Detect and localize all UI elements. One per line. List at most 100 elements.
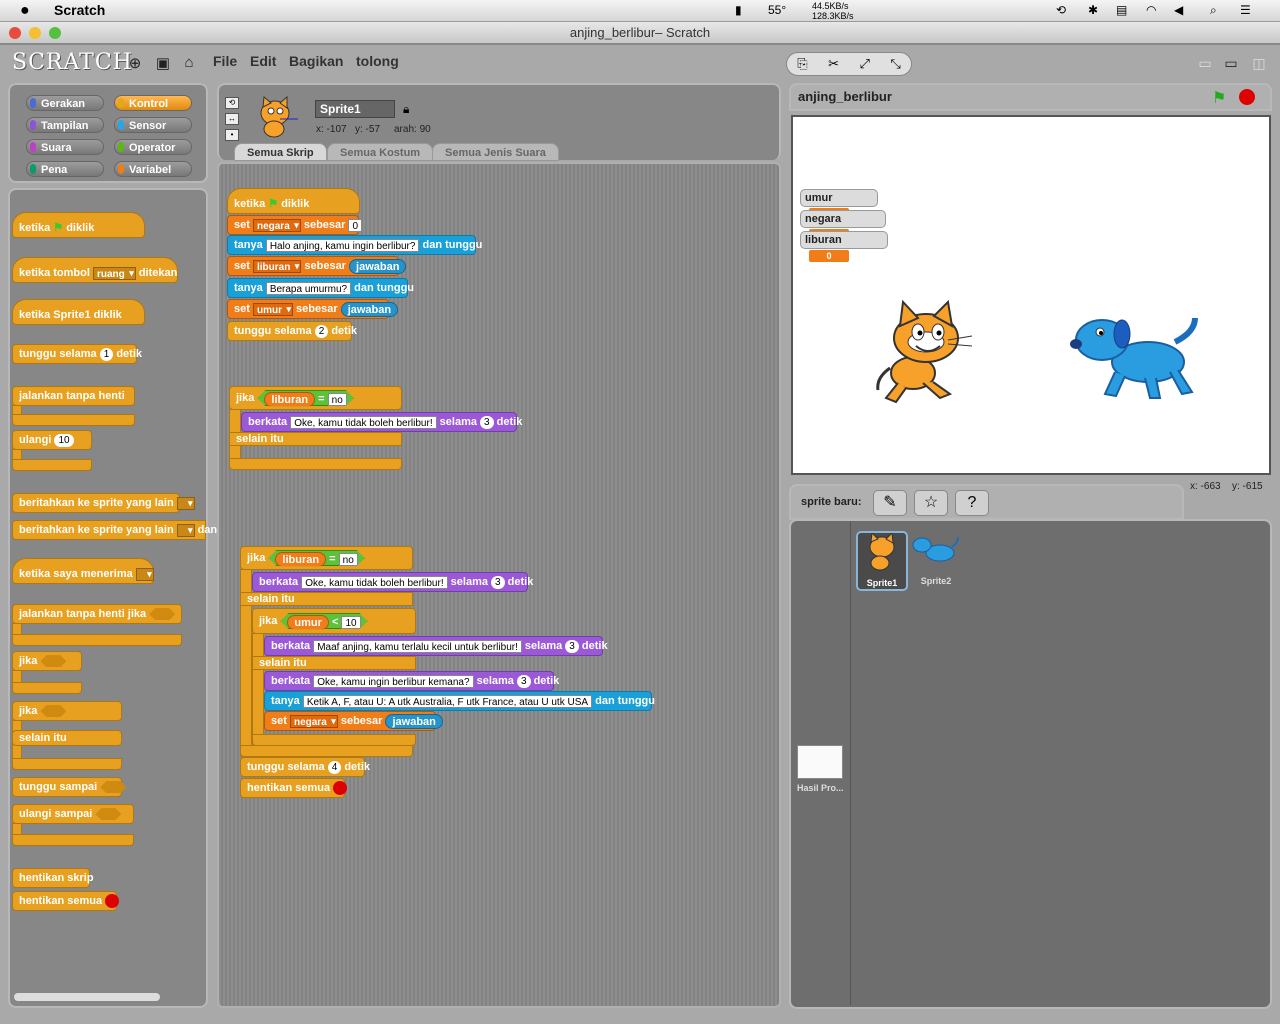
palette-scrollbar[interactable] bbox=[14, 993, 160, 1001]
script-stop-all[interactable]: hentikan semua bbox=[240, 778, 348, 798]
script-wait-4[interactable]: tunggu selama 4 detik bbox=[240, 757, 370, 777]
category-operators[interactable]: Operator bbox=[114, 139, 192, 155]
palette-stop-all[interactable]: hentikan semua bbox=[12, 891, 120, 911]
menu-share[interactable]: Bagikan bbox=[289, 53, 343, 69]
rotate-style-icon[interactable]: ⟲ bbox=[225, 97, 239, 109]
palette-stop-script[interactable]: hentikan skrip bbox=[12, 868, 94, 888]
script-if-liburan-2[interactable]: jika liburan = no bbox=[240, 546, 413, 570]
palette-wait-until[interactable]: tunggu sampai bbox=[12, 777, 127, 797]
script-when-flag-clicked[interactable]: ketika ⚑ diklik bbox=[227, 188, 360, 214]
stop-sign-icon bbox=[333, 781, 348, 796]
random-sprite-button[interactable]: ? bbox=[955, 490, 989, 516]
close-window-button[interactable] bbox=[9, 27, 21, 39]
category-pen[interactable]: Pena bbox=[26, 161, 104, 177]
palette-if[interactable]: jika bbox=[12, 651, 82, 671]
tab-costumes[interactable]: Semua Kostum bbox=[327, 143, 434, 161]
share-icon[interactable]: ⌂ bbox=[180, 54, 198, 72]
category-variables[interactable]: Variabel bbox=[114, 161, 192, 177]
menu-edit[interactable]: Edit bbox=[250, 53, 276, 69]
stop-button[interactable] bbox=[1239, 89, 1255, 105]
list-icon[interactable]: ☰ bbox=[1240, 3, 1251, 17]
if1-else-label: selain itu bbox=[229, 432, 402, 446]
palette-when-flag-clicked[interactable]: ketika ⚑ diklik bbox=[12, 212, 145, 238]
palette-wait[interactable]: tunggu selama 1 detik bbox=[12, 344, 142, 364]
delete-icon[interactable]: ✂ bbox=[828, 56, 839, 72]
choose-sprite-button[interactable]: ☆ bbox=[914, 490, 948, 516]
no-rotate-icon[interactable]: • bbox=[225, 129, 239, 141]
script-wait-2[interactable]: tunggu selama 2 detik bbox=[227, 321, 357, 341]
green-flag-button[interactable]: ⚑ bbox=[1212, 88, 1226, 108]
sprite-tile-sprite2[interactable]: Sprite2 bbox=[910, 533, 962, 589]
apple-icon[interactable]: ● bbox=[20, 2, 30, 20]
palette-forever[interactable]: jalankan tanpa henti bbox=[12, 386, 135, 406]
category-motion[interactable]: Gerakan bbox=[26, 95, 104, 111]
tab-sounds[interactable]: Semua Jenis Suara bbox=[432, 143, 559, 161]
dog-sprite[interactable] bbox=[1070, 312, 1200, 407]
tab-scripts[interactable]: Semua Skrip bbox=[234, 143, 327, 161]
script-say-no-holiday-1[interactable]: berkata Oke, kamu tidak boleh berlibur! … bbox=[241, 412, 522, 432]
palette-when-receive[interactable]: ketika saya menerima bbox=[12, 558, 154, 584]
small-stage-icon[interactable]: ▭ bbox=[1196, 55, 1214, 73]
stage-thumbnail[interactable] bbox=[797, 745, 843, 779]
menu-file[interactable]: File bbox=[213, 53, 237, 69]
sprite-tile-sprite1[interactable]: Sprite1 bbox=[856, 531, 908, 591]
sprite-name-field[interactable]: Sprite1 bbox=[315, 100, 395, 118]
save-icon[interactable]: ▣ bbox=[154, 54, 172, 72]
palette-when-key-pressed[interactable]: ketika tombol ruang ditekan bbox=[12, 257, 178, 283]
script-set-liburan[interactable]: set liburan sebesar jawaban bbox=[227, 256, 407, 276]
minimize-window-button[interactable] bbox=[29, 27, 41, 39]
palette-forever-if[interactable]: jalankan tanpa henti jika bbox=[12, 604, 182, 624]
script-ask-age[interactable]: tanya Berapa umurmu? dan tunggu bbox=[227, 278, 414, 298]
script-ask-holiday[interactable]: tanya Halo anjing, kamu ingin berlibur? … bbox=[227, 235, 482, 255]
shrink-icon[interactable]: ⤡ bbox=[890, 56, 900, 72]
palette-if-else[interactable]: jika bbox=[12, 701, 122, 721]
globe-icon[interactable]: ⊕ bbox=[126, 54, 144, 72]
category-sound[interactable]: Suara bbox=[26, 139, 104, 155]
app-menu-name[interactable]: Scratch bbox=[54, 2, 105, 18]
scratch-logo[interactable]: SCRATCH bbox=[12, 50, 133, 75]
presentation-icon[interactable]: ◫ bbox=[1250, 55, 1268, 73]
script-say-too-small[interactable]: berkata Maaf anjing, kamu terlalu kecil … bbox=[264, 636, 608, 656]
script-say-no-holiday-2[interactable]: berkata Oke, kamu tidak boleh berlibur! … bbox=[252, 572, 533, 592]
duplicate-icon[interactable]: ⎘ bbox=[797, 56, 807, 72]
script-set-negara-answer[interactable]: set negara sebesar jawaban bbox=[264, 711, 443, 731]
sprite-thumbnail-cat bbox=[260, 95, 298, 138]
flip-style-icon[interactable]: ↔ bbox=[225, 113, 239, 125]
palette-repeat-until[interactable]: ulangi sampai bbox=[12, 804, 134, 824]
monitor-umur[interactable]: umur0 bbox=[800, 189, 878, 221]
bookmark-icon[interactable]: ▮ bbox=[735, 3, 742, 17]
palette-when-sprite-clicked[interactable]: ketika Sprite1 diklik bbox=[12, 299, 145, 325]
new-sprite-label: sprite baru: bbox=[801, 496, 862, 508]
monitor-liburan[interactable]: liburan0 bbox=[800, 231, 888, 263]
wifi-icon[interactable]: ◠ bbox=[1146, 3, 1156, 17]
if-c-bottom bbox=[12, 682, 82, 694]
volume-icon[interactable]: ◀ bbox=[1174, 3, 1183, 17]
menu-help[interactable]: tolong bbox=[356, 53, 399, 69]
script-if-liburan-1[interactable]: jika liburan = no bbox=[229, 386, 402, 410]
mouse-x: x: -663 bbox=[1190, 481, 1221, 492]
bluetooth-icon[interactable]: ✱ bbox=[1088, 3, 1098, 17]
category-sensing[interactable]: Sensor bbox=[114, 117, 192, 133]
normal-stage-icon[interactable]: ▭ bbox=[1222, 55, 1240, 73]
time-machine-icon[interactable]: ⟲ bbox=[1056, 3, 1066, 17]
category-control[interactable]: Kontrol bbox=[114, 95, 192, 111]
script-if-umur[interactable]: jika umur < 10 bbox=[252, 608, 416, 634]
paint-sprite-button[interactable]: ✎ bbox=[873, 490, 907, 516]
palette-broadcast[interactable]: beritahkan ke sprite yang lain bbox=[12, 493, 195, 513]
script-say-where[interactable]: berkata Oke, kamu ingin berlibur kemana?… bbox=[264, 671, 559, 691]
lock-icon[interactable]: 🔒︎ bbox=[403, 102, 409, 117]
category-looks[interactable]: Tampilan bbox=[26, 117, 104, 133]
search-icon[interactable]: ⌕ bbox=[1210, 3, 1217, 18]
script-set-negara[interactable]: set negara sebesar 0 bbox=[227, 215, 363, 235]
script-ask-country[interactable]: tanya Ketik A, F, atau U: A utk Australi… bbox=[264, 691, 655, 711]
cat-sprite[interactable] bbox=[868, 298, 978, 408]
grow-icon[interactable]: ⤢ bbox=[859, 56, 869, 72]
palette-broadcast-wait[interactable]: beritahkan ke sprite yang lain dan t bbox=[12, 520, 224, 540]
monitor-negara[interactable]: negara0 bbox=[800, 210, 886, 242]
stage[interactable] bbox=[791, 115, 1271, 475]
flag-icon[interactable]: ▤ bbox=[1116, 3, 1127, 17]
script-set-umur[interactable]: set umur sebesar jawaban bbox=[227, 299, 399, 319]
zoom-window-button[interactable] bbox=[49, 27, 61, 39]
palette-repeat[interactable]: ulangi 10 bbox=[12, 430, 92, 450]
window-title: anjing_berlibur– Scratch bbox=[0, 22, 1280, 44]
